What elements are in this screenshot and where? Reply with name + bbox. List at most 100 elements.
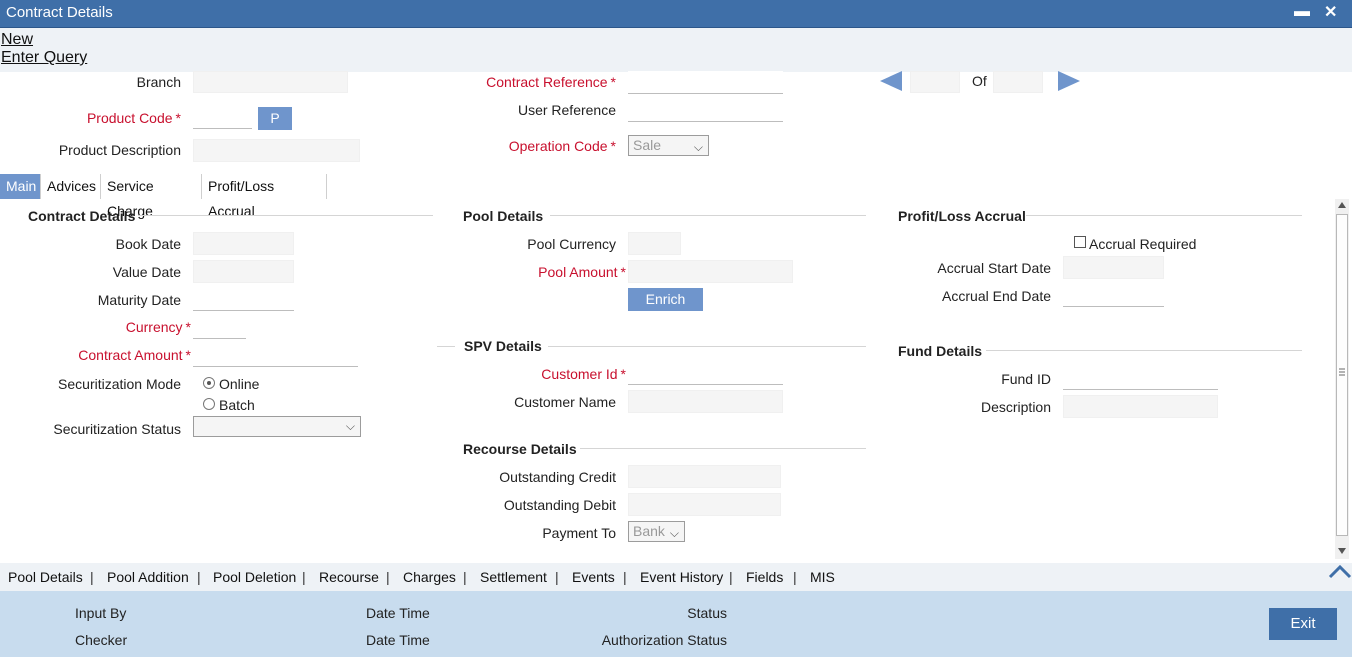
scroll-down-icon[interactable] xyxy=(1337,547,1347,555)
securitization-status-label: Securitization Status xyxy=(53,421,181,437)
online-radio[interactable] xyxy=(203,377,215,389)
scroll-up-icon[interactable] xyxy=(1337,201,1347,209)
new-link[interactable]: New xyxy=(1,31,33,49)
nav-pool-addition[interactable]: Pool Addition xyxy=(107,563,189,591)
enter-query-link[interactable]: Enter Query xyxy=(1,49,87,67)
pool-details-title: Pool Details xyxy=(463,208,544,224)
payment-to-select[interactable]: Bank ⌵ xyxy=(628,521,685,542)
exit-button[interactable]: Exit xyxy=(1269,608,1337,640)
nav-pool-deletion[interactable]: Pool Deletion xyxy=(213,563,296,591)
online-label: Online xyxy=(219,376,260,392)
description-input[interactable] xyxy=(1063,395,1218,418)
collapse-up-icon[interactable] xyxy=(1328,563,1352,579)
tab-service-charge[interactable]: Service Charge xyxy=(101,174,202,219)
book-date-input[interactable] xyxy=(193,232,294,255)
product-code-input[interactable] xyxy=(193,107,252,129)
section-divider xyxy=(580,448,866,449)
chevron-down-icon: ⌵ xyxy=(693,140,703,154)
branch-label: Branch xyxy=(136,74,181,90)
tab-advices[interactable]: Advices xyxy=(41,174,101,199)
nav-separator: | xyxy=(197,569,201,585)
nav-recourse[interactable]: Recourse xyxy=(319,563,379,591)
nav-separator: | xyxy=(793,569,797,585)
customer-id-input[interactable] xyxy=(628,362,783,385)
contract-amount-input[interactable] xyxy=(193,344,358,367)
accrual-required-checkbox[interactable] xyxy=(1074,236,1086,248)
batch-label: Batch xyxy=(219,397,255,413)
date-time-label-1: Date Time xyxy=(366,605,430,621)
accrual-required-label: Accrual Required xyxy=(1089,236,1197,252)
spv-details-title: SPV Details xyxy=(464,338,542,354)
currency-input[interactable] xyxy=(193,316,246,339)
status-label: Status xyxy=(687,605,727,621)
close-button[interactable]: ✕ xyxy=(1324,2,1337,22)
minimize-button[interactable]: ▬ xyxy=(1294,3,1310,21)
current-record-input[interactable] xyxy=(910,71,960,93)
user-reference-input[interactable] xyxy=(628,99,783,122)
outstanding-credit-label: Outstanding Credit xyxy=(499,469,616,485)
branch-input[interactable] xyxy=(193,71,348,93)
tab-bar: Main Advices Service Charge Profit/Loss … xyxy=(0,174,1352,219)
nav-fields[interactable]: Fields xyxy=(746,563,783,591)
user-reference-label: User Reference xyxy=(517,102,616,118)
operation-code-select[interactable]: Sale ⌵ xyxy=(628,135,709,156)
outstanding-credit-input[interactable] xyxy=(628,465,781,488)
contract-reference-label: Contract Reference * xyxy=(486,74,616,90)
maturity-date-input[interactable] xyxy=(193,288,294,311)
product-lov-button[interactable]: P xyxy=(258,107,292,130)
book-date-label: Book Date xyxy=(115,236,181,252)
section-divider xyxy=(986,350,1302,351)
nav-settlement[interactable]: Settlement xyxy=(480,563,547,591)
pool-currency-label: Pool Currency xyxy=(527,236,616,252)
section-divider xyxy=(138,215,433,216)
payment-to-value: Bank xyxy=(633,523,665,539)
nav-events[interactable]: Events xyxy=(572,563,615,591)
nav-separator: | xyxy=(386,569,390,585)
outstanding-debit-input[interactable] xyxy=(628,493,781,516)
enrich-button[interactable]: Enrich xyxy=(628,288,703,311)
nav-charges[interactable]: Charges xyxy=(403,563,456,591)
customer-name-input[interactable] xyxy=(628,390,783,413)
accrual-end-date-label: Accrual End Date xyxy=(942,288,1051,304)
value-date-label: Value Date xyxy=(112,264,181,280)
fund-details-title: Fund Details xyxy=(898,343,983,359)
batch-radio[interactable] xyxy=(203,398,215,410)
nav-pool-details[interactable]: Pool Details xyxy=(8,563,83,591)
of-label: Of xyxy=(972,73,987,89)
accrual-start-date-input[interactable] xyxy=(1063,256,1164,279)
section-divider xyxy=(437,346,455,347)
nav-separator: | xyxy=(623,569,627,585)
previous-record-icon[interactable] xyxy=(880,71,904,91)
subsystem-nav: Pool Details | Pool Addition | Pool Dele… xyxy=(0,563,1352,591)
fund-id-input[interactable] xyxy=(1063,367,1218,390)
accrual-end-date-input[interactable] xyxy=(1063,284,1164,307)
nav-separator: | xyxy=(90,569,94,585)
value-date-input[interactable] xyxy=(193,260,294,283)
authorization-status-label: Authorization Status xyxy=(601,632,727,648)
securitization-status-select[interactable]: ⌵ xyxy=(193,416,361,437)
securitization-mode-label: Securitization Mode xyxy=(58,376,181,392)
nav-mis[interactable]: MIS xyxy=(810,563,835,591)
pool-amount-label: Pool Amount * xyxy=(538,264,626,280)
pool-currency-input[interactable] xyxy=(628,232,681,255)
tab-main[interactable]: Main xyxy=(0,174,41,199)
section-divider xyxy=(550,215,866,216)
pool-amount-input[interactable] xyxy=(628,260,793,283)
operation-code-value: Sale xyxy=(633,137,662,153)
description-label: Description xyxy=(980,399,1051,415)
grip-icon xyxy=(1339,368,1345,376)
nav-event-history[interactable]: Event History xyxy=(640,563,723,591)
total-records-input[interactable] xyxy=(993,71,1043,93)
nav-separator: | xyxy=(729,569,733,585)
contract-reference-input[interactable] xyxy=(628,71,783,94)
nav-separator: | xyxy=(302,569,306,585)
date-time-label-2: Date Time xyxy=(366,632,430,648)
product-code-label: Product Code * xyxy=(86,110,181,126)
tab-profit-loss-accrual[interactable]: Profit/Loss Accrual xyxy=(202,174,327,219)
operation-code-label: Operation Code * xyxy=(508,138,616,154)
window-titlebar: Contract Details xyxy=(0,0,1352,28)
nav-separator: | xyxy=(555,569,559,585)
maturity-date-label: Maturity Date xyxy=(97,292,181,308)
product-description-input[interactable] xyxy=(193,139,360,162)
next-record-icon[interactable] xyxy=(1056,71,1080,91)
